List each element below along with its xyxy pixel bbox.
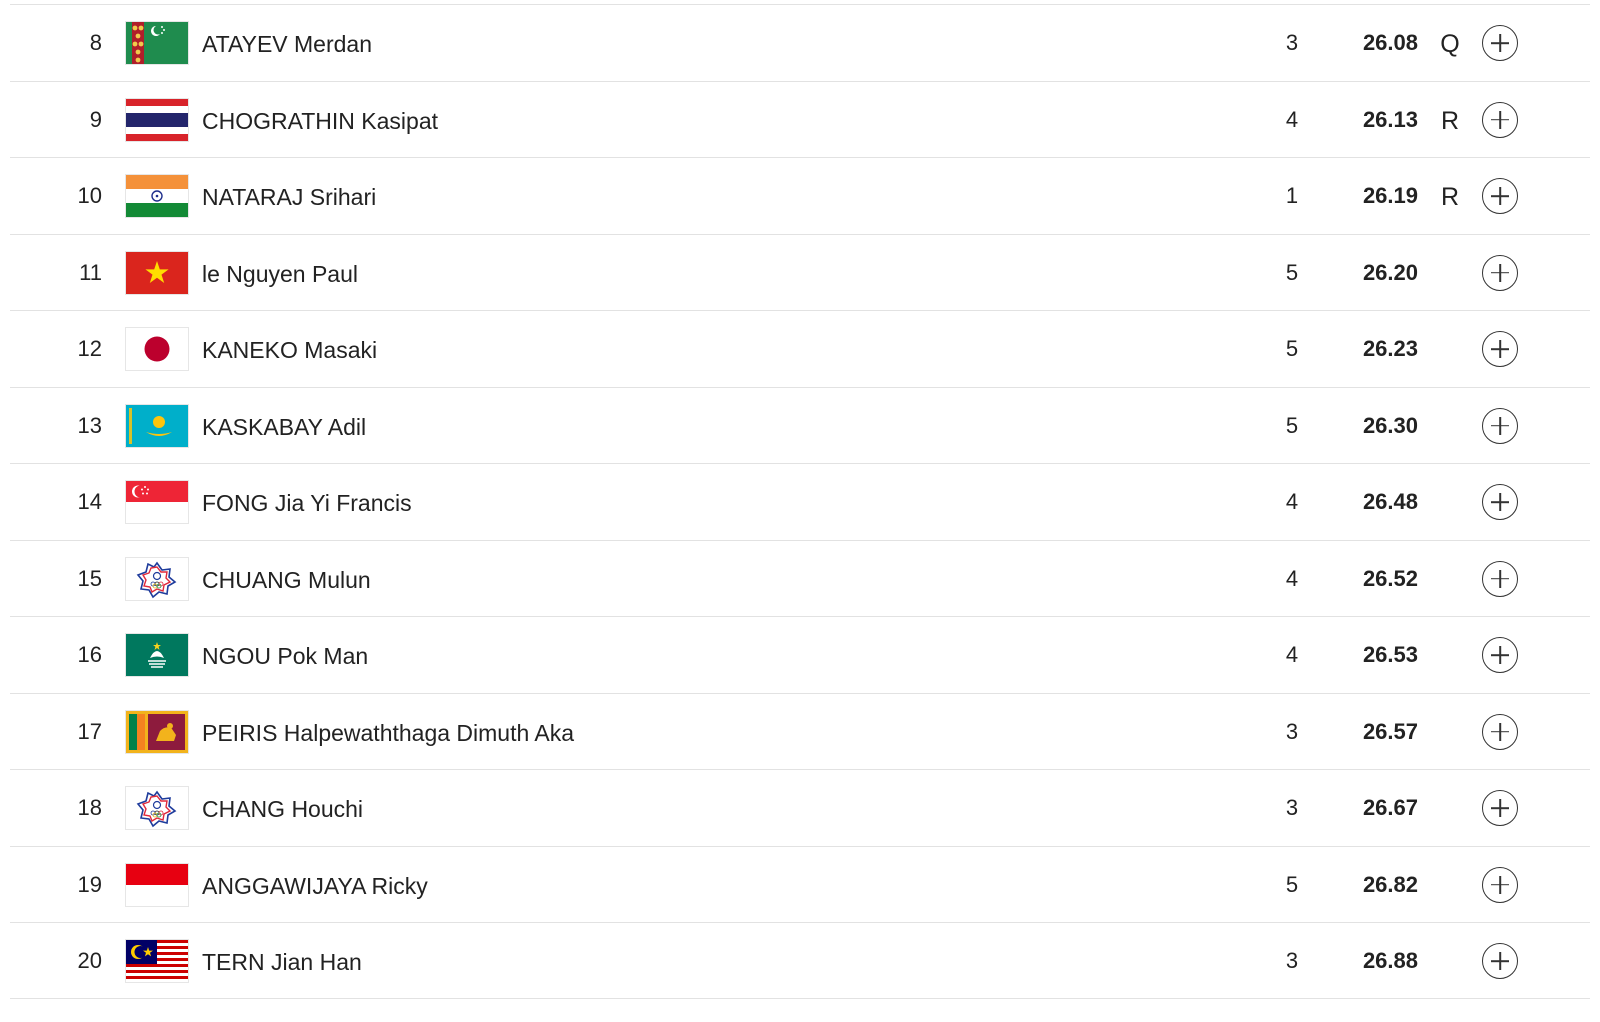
- qualification-mark: R: [1440, 106, 1460, 135]
- plus-circle-icon[interactable]: [1482, 866, 1518, 903]
- result-row: 16 NGOU Pok Man 4 26.53: [10, 616, 1590, 693]
- result-row: 20 TERN Jian Han 3 26.88: [10, 922, 1590, 999]
- plus-circle-icon[interactable]: [1482, 25, 1518, 61]
- heat-number: 4: [1285, 106, 1299, 132]
- result-time: 26.52: [1362, 565, 1418, 591]
- result-time: 26.48: [1362, 489, 1418, 514]
- plus-circle-icon[interactable]: [1482, 484, 1518, 520]
- macau-flag-icon: [126, 634, 188, 676]
- athlete-name: ATAYEV Merdan: [202, 31, 373, 57]
- rank: 8: [89, 30, 102, 55]
- rank: 10: [77, 183, 102, 208]
- rank: 17: [77, 718, 102, 744]
- rank: 9: [89, 106, 102, 132]
- plus-circle-icon[interactable]: [1482, 254, 1518, 291]
- athlete-name: PEIRIS Halpewaththaga Dimuth Aka: [202, 719, 575, 746]
- result-row: 10 NATARAJ Srihari 1 26.19 R: [10, 157, 1590, 234]
- athlete-name: NATARAJ Srihari: [202, 184, 377, 210]
- heat-number: 5: [1285, 259, 1299, 285]
- heat-number: 5: [1285, 336, 1299, 361]
- rank: 14: [77, 489, 102, 514]
- plus-circle-icon[interactable]: [1482, 790, 1518, 826]
- heat-number: 5: [1285, 871, 1299, 897]
- heat-number: 3: [1285, 30, 1299, 55]
- athlete-name: CHUANG Mulun: [202, 566, 371, 593]
- plus-circle-icon[interactable]: [1482, 407, 1518, 444]
- plus-circle-icon[interactable]: [1482, 637, 1518, 673]
- plus-circle-icon[interactable]: [1482, 101, 1518, 138]
- plus-circle-icon[interactable]: [1482, 713, 1518, 750]
- heat-number: 3: [1285, 948, 1299, 973]
- result-time: 26.20: [1362, 259, 1418, 285]
- thailand-flag-icon: [126, 98, 188, 141]
- qualification-mark: Q: [1440, 30, 1460, 58]
- result-time: 26.57: [1362, 718, 1418, 744]
- result-time: 26.88: [1362, 948, 1418, 973]
- singapore-flag-icon: [126, 481, 188, 523]
- japan-flag-icon: [126, 328, 188, 370]
- heat-number: 3: [1285, 795, 1299, 820]
- rank: 18: [77, 795, 102, 820]
- result-row: 15 CHUANG Mulun 4 26.52: [10, 539, 1590, 617]
- result-time: 26.53: [1362, 642, 1418, 667]
- heat-number: 1: [1285, 183, 1299, 208]
- heat-number: 4: [1285, 489, 1299, 514]
- result-time: 26.08: [1362, 30, 1418, 55]
- india-flag-icon: [126, 175, 188, 217]
- heat-number: 3: [1285, 718, 1299, 744]
- result-time: 26.67: [1362, 795, 1418, 820]
- rank: 11: [79, 259, 102, 285]
- rank: 16: [77, 642, 102, 667]
- result-row: 17 PEIRIS Halpewaththaga Dimuth Aka 3 26…: [10, 692, 1590, 770]
- rank: 20: [77, 948, 102, 973]
- result-time: 26.30: [1362, 412, 1418, 438]
- result-row: 19 ANGGAWIJAYA Ricky 5 26.82: [10, 845, 1590, 923]
- athlete-name: FONG Jia Yi Francis: [202, 490, 412, 516]
- indonesia-flag-icon: [126, 863, 188, 906]
- result-row: 8 ATAYEV Merdan 3 26.08 Q: [10, 4, 1590, 81]
- result-row: 12 KANEKO Masaki 5 26.23: [10, 310, 1590, 387]
- athlete-name: TERN Jian Han: [202, 949, 362, 975]
- heat-number: 4: [1285, 565, 1299, 591]
- result-time: 26.82: [1362, 871, 1418, 897]
- athlete-name: KASKABAY Adil: [202, 413, 367, 440]
- athlete-name: CHOGRATHIN Kasipat: [202, 107, 439, 134]
- turkmenistan-flag-icon: [126, 22, 188, 64]
- kazakhstan-flag-icon: [126, 404, 188, 447]
- rank: 15: [77, 565, 102, 591]
- athlete-name: CHANG Houchi: [202, 796, 364, 822]
- sri-lanka-flag-icon: [126, 710, 188, 753]
- results-list: 8 ATAYEV Merdan 3 26.08 Q 9 CHOGRATHIN K…: [10, 4, 1590, 999]
- athlete-name: le Nguyen Paul: [202, 260, 358, 287]
- rank: 19: [77, 871, 102, 897]
- heat-number: 5: [1285, 412, 1299, 438]
- result-row: 11 le Nguyen Paul 5 26.20: [10, 233, 1590, 311]
- plus-circle-icon[interactable]: [1482, 331, 1518, 367]
- plus-circle-icon[interactable]: [1482, 943, 1518, 979]
- result-row: 18 CHANG Houchi 3 26.67: [10, 769, 1590, 846]
- rank: 13: [77, 412, 102, 438]
- result-time: 26.19: [1362, 183, 1418, 208]
- qualification-mark: R: [1440, 183, 1460, 211]
- result-row: 9 CHOGRATHIN Kasipat 4 26.13 R: [10, 80, 1590, 158]
- chinese-taipei-flag-icon: [126, 557, 188, 600]
- vietnam-flag-icon: [126, 251, 188, 294]
- result-row: 13 KASKABAY Adil 5 26.30: [10, 386, 1590, 464]
- heat-number: 4: [1285, 642, 1299, 667]
- plus-circle-icon[interactable]: [1482, 560, 1518, 597]
- rank: 12: [77, 336, 102, 361]
- athlete-name: KANEKO Masaki: [202, 337, 378, 363]
- malaysia-flag-icon: [126, 940, 188, 982]
- result-row: 14 FONG Jia Yi Francis 4 26.48: [10, 463, 1590, 540]
- athlete-name: ANGGAWIJAYA Ricky: [202, 872, 428, 899]
- result-time: 26.23: [1362, 336, 1418, 361]
- chinese-taipei-flag-icon: [126, 787, 188, 829]
- result-time: 26.13: [1362, 106, 1418, 132]
- athlete-name: NGOU Pok Man: [202, 643, 369, 669]
- plus-circle-icon[interactable]: [1482, 178, 1518, 214]
